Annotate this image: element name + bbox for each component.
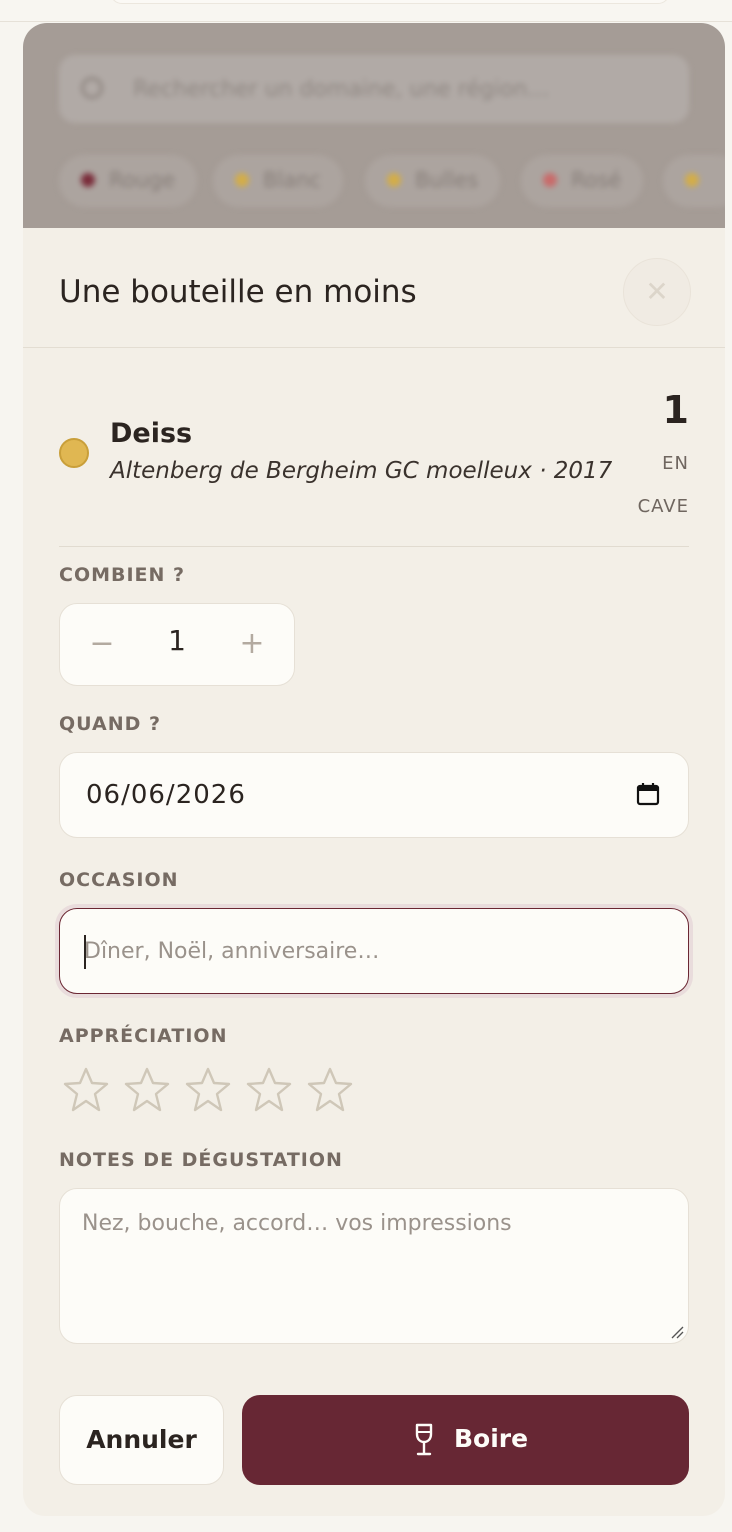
background-overlay: Rechercher un domaine, une région… Rouge… [23,23,725,228]
filter-chip-bulles: Bulles [365,155,501,207]
drink-bottle-sheet: Une bouteille en moins ✕ Deiss Altenberg… [23,228,725,1516]
top-bar-edge [0,0,732,22]
filter-chip-rose: Rosé [521,155,644,207]
filter-chip-rouge: Rouge [59,155,198,207]
drink-button[interactable]: Boire [242,1395,689,1485]
text-caret [84,935,86,969]
quantity-stepper[interactable]: − 1 + [59,603,295,686]
notes-textarea[interactable] [82,1211,666,1321]
wine-color-dot [685,173,699,187]
search-icon [81,77,103,99]
wine-producer: Deiss [110,418,193,449]
stock-label: EN CAVE [637,453,689,517]
date-label: QUAND ? [59,713,162,735]
wine-color-dot [543,173,557,187]
star-icon[interactable] [245,1066,293,1114]
filter-chip-more [663,155,725,207]
star-icon[interactable] [184,1066,232,1114]
filter-chip-blanc: Blanc [213,155,343,207]
increment-button[interactable]: + [230,622,274,666]
wine-glass-icon [415,1423,433,1456]
notes-field[interactable] [59,1188,689,1344]
wine-summary: Deiss Altenberg de Bergheim GC moelleux … [59,378,689,548]
wine-color-dot [59,438,89,468]
sheet-header: Une bouteille en moins ✕ [23,228,725,348]
stock-count: 1 [662,388,689,432]
cancel-button[interactable]: Annuler [59,1395,224,1485]
divider [59,546,689,547]
close-icon: ✕ [645,275,669,308]
quantity-value: 1 [168,624,186,657]
background-search-placeholder: Rechercher un domaine, une région… [133,77,550,102]
wine-color-dot [235,173,249,187]
occasion-field[interactable] [59,908,689,994]
background-search-bar: Rechercher un domaine, une région… [59,55,689,123]
sheet-title: Une bouteille en moins [59,274,417,310]
notes-label: NOTES DE DÉGUSTATION [59,1149,343,1171]
date-value: 06/06/2026 [86,780,246,810]
occasion-label: OCCASION [59,869,179,891]
drink-button-label: Boire [454,1424,529,1453]
star-icon[interactable] [62,1066,110,1114]
rating-stars[interactable] [59,1066,379,1114]
close-button[interactable]: ✕ [623,258,691,326]
resize-grip-icon[interactable] [670,1325,684,1339]
rating-label: APPRÉCIATION [59,1025,228,1047]
calendar-icon[interactable] [636,782,660,806]
wine-cuvee: Altenberg de Bergheim GC moelleux · 2017 [110,458,613,484]
occasion-input[interactable] [84,931,664,971]
wine-color-dot [81,173,95,187]
wine-color-dot [387,173,401,187]
star-icon[interactable] [306,1066,354,1114]
star-icon[interactable] [123,1066,171,1114]
top-pill [110,0,670,4]
decrement-button[interactable]: − [80,622,124,666]
quantity-label: COMBIEN ? [59,564,186,586]
date-field[interactable]: 06/06/2026 [59,752,689,838]
